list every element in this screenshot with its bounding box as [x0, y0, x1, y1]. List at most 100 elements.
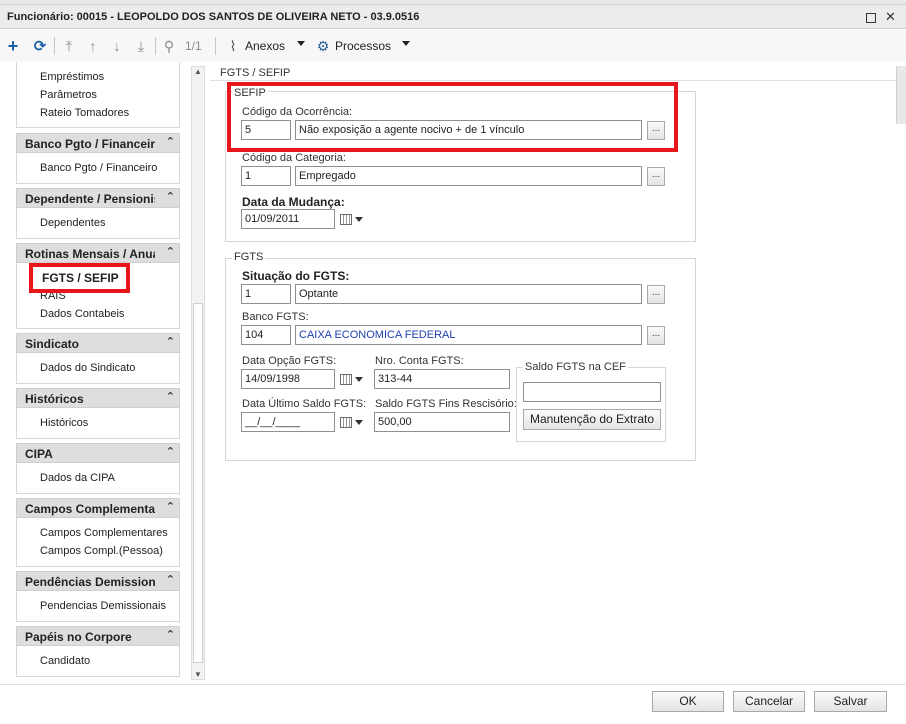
- mudanca-label: Data da Mudança:: [242, 195, 345, 209]
- collapse-icon[interactable]: ⌃: [166, 245, 175, 258]
- cancel-button[interactable]: Cancelar: [733, 691, 805, 712]
- banco-lookup-button[interactable]: ...: [647, 326, 665, 345]
- group-dependente[interactable]: Dependente / Pensionista ⌃: [16, 188, 180, 208]
- categoria-label: Código da Categoria:: [242, 152, 346, 164]
- next-record-icon[interactable]: ↓: [109, 36, 125, 56]
- sidebar-item-dados-contabeis[interactable]: Dados Contabeis: [40, 308, 124, 320]
- collapse-icon[interactable]: ⌃: [166, 135, 175, 148]
- collapse-icon[interactable]: ⌃: [166, 500, 175, 513]
- last-record-icon[interactable]: ⤓: [133, 36, 149, 56]
- categoria-lookup-button[interactable]: ...: [647, 167, 665, 186]
- sidebar-item-parametros[interactable]: Parâmetros: [40, 89, 97, 101]
- panel-title: FGTS / SEFIP: [220, 67, 291, 79]
- anexos-menu[interactable]: Anexos: [245, 39, 285, 53]
- collapse-icon[interactable]: ⌃: [166, 445, 175, 458]
- sidebar-item-emprestimos[interactable]: Empréstimos: [40, 71, 104, 83]
- sidebar-item-dados-cipa[interactable]: Dados da CIPA: [40, 472, 115, 484]
- sidebar-scrollbar[interactable]: ▲ ▼: [191, 66, 205, 680]
- sidebar-item-candidato[interactable]: Candidato: [40, 655, 90, 667]
- sidebar-item-fgts-sefip[interactable]: FGTS / SEFIP: [42, 271, 119, 285]
- situacao-lookup-button[interactable]: ...: [647, 285, 665, 304]
- categoria-desc-input[interactable]: Empregado: [295, 166, 642, 186]
- scrollbar-thumb[interactable]: [193, 303, 203, 663]
- toolbar: + ⟳ ⤒ ↑ ↓ ⤓ ⚲ 1/1 ⌇ Anexos ⚙ Processos: [0, 30, 906, 62]
- sidebar-item-pendencias[interactable]: Pendencias Demissionais: [40, 600, 166, 612]
- previous-record-icon[interactable]: ↑: [85, 36, 101, 56]
- mudanca-date-input[interactable]: 01/09/2011: [241, 209, 335, 229]
- group-pendencias[interactable]: Pendências Demissionais ⌃: [16, 571, 180, 591]
- ok-button[interactable]: OK: [652, 691, 724, 712]
- refresh-icon[interactable]: ⟳: [32, 36, 48, 56]
- data-saldo-input[interactable]: __/__/____: [241, 412, 335, 432]
- group-papeis[interactable]: Papéis no Corpore ⌃: [16, 626, 180, 646]
- maximize-icon[interactable]: [866, 13, 876, 23]
- group-cipa[interactable]: CIPA ⌃: [16, 443, 180, 463]
- data-opcao-input[interactable]: 14/09/1998: [241, 369, 335, 389]
- gear-icon[interactable]: ⚙: [315, 36, 331, 56]
- collapse-icon[interactable]: ⌃: [166, 335, 175, 348]
- banco-code-input[interactable]: 104: [241, 325, 291, 345]
- toolbar-separator: [215, 37, 216, 55]
- save-button[interactable]: Salvar: [814, 691, 887, 712]
- footer-divider: [0, 684, 906, 685]
- sidebar-item-campos-compl-pessoa[interactable]: Campos Compl.(Pessoa): [40, 545, 163, 557]
- plus-icon[interactable]: +: [5, 36, 21, 56]
- group-campos-complementares[interactable]: Campos Complementares ⌃: [16, 498, 180, 518]
- toolbar-separator: [54, 37, 55, 55]
- categoria-code-input[interactable]: 1: [241, 166, 291, 186]
- sidebar-item-historicos[interactable]: Históricos: [40, 417, 88, 429]
- sidebar: Empréstimos Parâmetros Rateio Tomadores …: [0, 62, 208, 682]
- calendar-icon[interactable]: [340, 412, 368, 432]
- collapse-icon[interactable]: ⌃: [166, 628, 175, 641]
- group-title: Rotinas Mensais / Anuais: [25, 247, 155, 261]
- panel-scrollbar[interactable]: [896, 66, 906, 124]
- group-rotinas-mensais[interactable]: Rotinas Mensais / Anuais ⌃: [16, 243, 180, 263]
- group-title: Campos Complementares: [25, 502, 155, 516]
- panel-divider: [210, 80, 896, 81]
- calendar-icon[interactable]: [340, 369, 368, 389]
- scroll-up-icon[interactable]: ▲: [194, 67, 202, 76]
- sidebar-item-banco-pgto[interactable]: Banco Pgto / Financeiro: [40, 162, 157, 174]
- banco-desc-input[interactable]: CAIXA ECONOMICA FEDERAL: [295, 325, 642, 345]
- data-saldo-label: Data Último Saldo FGTS:: [242, 398, 367, 410]
- window-title: Funcionário: 00015 - LEOPOLDO DOS SANTOS…: [7, 11, 420, 23]
- first-record-icon[interactable]: ⤒: [61, 36, 77, 56]
- sidebar-item-dependentes[interactable]: Dependentes: [40, 217, 105, 229]
- search-icon[interactable]: ⚲: [161, 36, 177, 56]
- processos-menu[interactable]: Processos: [335, 39, 391, 53]
- sidebar-item-rateio-tomadores[interactable]: Rateio Tomadores: [40, 107, 129, 119]
- group-title: Sindicato: [25, 337, 80, 351]
- group-title: Banco Pgto / Financeiro: [25, 137, 155, 151]
- banco-label: Banco FGTS:: [242, 311, 309, 323]
- calendar-icon[interactable]: [340, 209, 368, 229]
- saldo-cef-legend: Saldo FGTS na CEF: [523, 361, 628, 373]
- nro-conta-input[interactable]: 313-44: [374, 369, 510, 389]
- saldo-fins-input[interactable]: 500,00: [374, 412, 510, 432]
- group-banco-pgto[interactable]: Banco Pgto / Financeiro ⌃: [16, 133, 180, 153]
- group-historicos[interactable]: Históricos ⌃: [16, 388, 180, 408]
- group-title: Pendências Demissionais: [25, 575, 155, 589]
- close-icon[interactable]: ✕: [885, 9, 896, 25]
- processos-caret-icon[interactable]: [402, 41, 410, 46]
- manutencao-extrato-button[interactable]: Manutenção do Extrato: [523, 409, 661, 430]
- group-title: CIPA: [25, 447, 53, 461]
- group-title: Papéis no Corpore: [25, 630, 132, 644]
- saldo-cef-input[interactable]: [523, 382, 661, 402]
- collapse-icon[interactable]: ⌃: [166, 190, 175, 203]
- saldo-cef-group: [516, 367, 666, 442]
- scroll-down-icon[interactable]: ▼: [194, 670, 202, 679]
- saldo-fins-label: Saldo FGTS Fins Rescisório:: [375, 398, 517, 410]
- situacao-code-input[interactable]: 1: [241, 284, 291, 304]
- sidebar-item-campos-complementares[interactable]: Campos Complementares: [40, 527, 168, 539]
- nro-conta-label: Nro. Conta FGTS:: [375, 355, 464, 367]
- group-sindicato[interactable]: Sindicato ⌃: [16, 333, 180, 353]
- sidebar-item-dados-sindicato[interactable]: Dados do Sindicato: [40, 362, 135, 374]
- paperclip-icon[interactable]: ⌇: [226, 36, 240, 56]
- group-title: Históricos: [25, 392, 84, 406]
- situacao-desc-input[interactable]: Optante: [295, 284, 642, 304]
- anexos-caret-icon[interactable]: [297, 41, 305, 46]
- record-counter: 1/1: [185, 39, 202, 53]
- collapse-icon[interactable]: ⌃: [166, 573, 175, 586]
- title-bar: Funcionário: 00015 - LEOPOLDO DOS SANTOS…: [0, 5, 906, 29]
- collapse-icon[interactable]: ⌃: [166, 390, 175, 403]
